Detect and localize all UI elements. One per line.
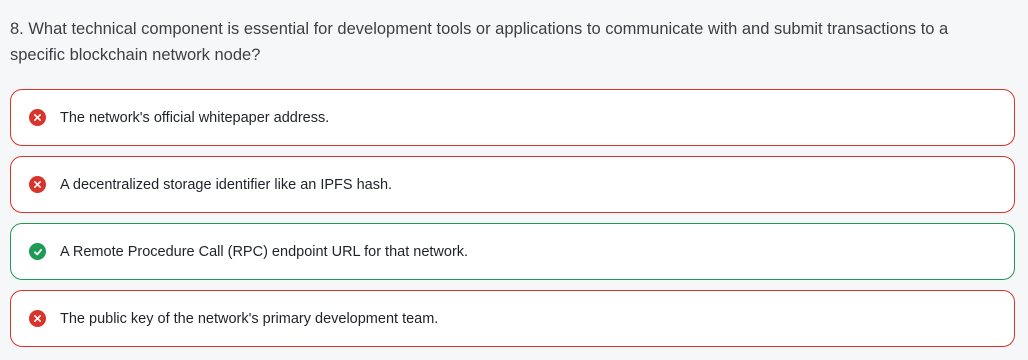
- answer-options-list: The network's official whitepaper addres…: [10, 89, 1015, 347]
- answer-option-label: The public key of the network's primary …: [60, 310, 439, 327]
- answer-option-4[interactable]: The public key of the network's primary …: [10, 290, 1015, 347]
- answer-option-label: The network's official whitepaper addres…: [60, 109, 330, 126]
- x-circle-icon: [29, 109, 46, 126]
- answer-option-label: A decentralized storage identifier like …: [60, 176, 393, 193]
- x-circle-icon: [29, 176, 46, 193]
- x-circle-icon: [29, 310, 46, 327]
- question-text: 8. What technical component is essential…: [10, 20, 949, 64]
- answer-option-label: A Remote Procedure Call (RPC) endpoint U…: [60, 243, 469, 260]
- answer-option-3[interactable]: A Remote Procedure Call (RPC) endpoint U…: [10, 223, 1015, 280]
- answer-option-2[interactable]: A decentralized storage identifier like …: [10, 156, 1015, 213]
- quiz-question-card: 8. What technical component is essential…: [0, 0, 1028, 360]
- answer-option-1[interactable]: The network's official whitepaper addres…: [10, 89, 1015, 146]
- check-circle-icon: [29, 243, 46, 260]
